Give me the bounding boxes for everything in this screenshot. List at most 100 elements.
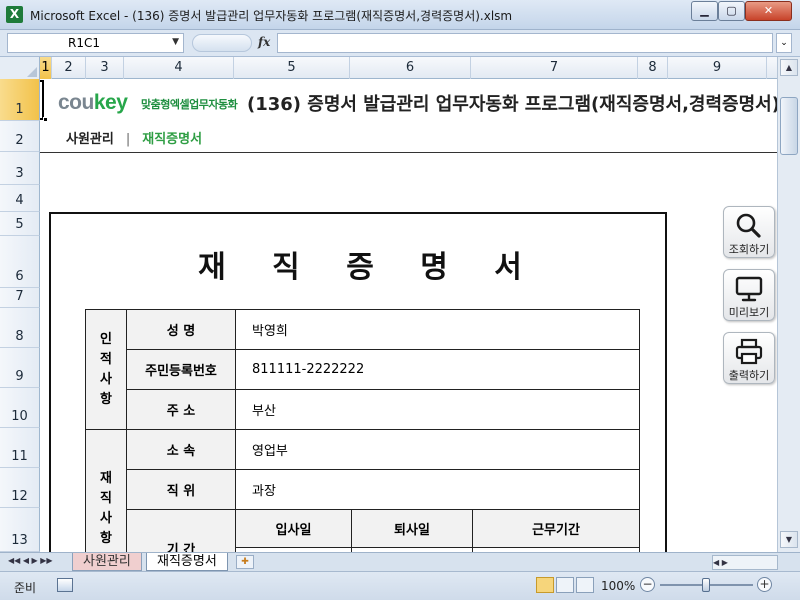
zoom-slider-thumb[interactable] xyxy=(702,578,710,592)
column-header[interactable]: 8 xyxy=(638,57,668,79)
row-number: 12 xyxy=(11,489,28,504)
name-box-value: R1C1 xyxy=(68,36,100,50)
row-number: 2 xyxy=(15,133,24,148)
print-button[interactable]: 출력하기 xyxy=(723,332,775,384)
nav-link-employment-certificate[interactable]: 재직증명서 xyxy=(142,132,202,147)
logo-tagline: 맞춤형엑셀업무자동화 xyxy=(141,98,238,111)
zoom-out-icon[interactable]: − xyxy=(640,577,655,592)
row-header[interactable]: 12 xyxy=(0,468,40,508)
tab-employee-management[interactable]: 사원관리 xyxy=(72,553,142,571)
row-header[interactable]: 13 xyxy=(0,508,40,552)
tab-employment-certificate[interactable]: 재직증명서 xyxy=(146,553,228,571)
search-icon xyxy=(736,213,761,238)
window-title: Microsoft Excel - (136) 증명서 발급관리 업무자동화 프… xyxy=(30,9,513,23)
row-header[interactable]: 8 xyxy=(0,308,40,348)
row-header[interactable]: 9 xyxy=(0,348,40,388)
search-button-label: 조회하기 xyxy=(728,243,770,256)
scroll-up-icon[interactable]: ▲ xyxy=(780,59,798,76)
logo-accent-text: key xyxy=(93,91,128,114)
column-header[interactable]: 5 xyxy=(234,57,350,79)
expand-formula-icon[interactable]: ⌄ xyxy=(776,33,792,53)
close-button[interactable]: ✕ xyxy=(745,1,792,21)
name-box[interactable]: R1C1 ▼ xyxy=(7,33,184,53)
column-header[interactable]: 6 xyxy=(350,57,471,79)
column-header[interactable]: 1 xyxy=(40,57,52,79)
column-header[interactable]: 2 xyxy=(52,57,86,79)
horizontal-scrollbar[interactable]: ◀ ▶ xyxy=(712,555,778,570)
search-button[interactable]: 조회하기 xyxy=(723,206,775,258)
status-bar: 준비 100% − + xyxy=(0,571,800,600)
name-value[interactable]: 박영희 xyxy=(235,309,640,350)
row-header[interactable]: 10 xyxy=(0,388,40,428)
divider xyxy=(40,152,777,153)
column-header[interactable]: 9 xyxy=(668,57,767,79)
period-label: 기 간 xyxy=(126,509,236,552)
hire-date-header: 입사일 xyxy=(235,509,352,548)
row-number: 4 xyxy=(15,193,24,208)
row-header[interactable]: 4 xyxy=(0,185,40,212)
zoom-level[interactable]: 100% xyxy=(601,579,635,593)
excel-app-icon[interactable]: X xyxy=(6,6,23,23)
resident-number-value[interactable]: 811111-2222222 xyxy=(235,349,640,390)
maximize-button[interactable]: ▢ xyxy=(718,1,745,21)
scroll-down-icon[interactable]: ▼ xyxy=(780,531,798,548)
sheet-tabs-bar: ◀◀ ◀ ▶ ▶▶ 사원관리 재직증명서 ✚ ◀ ▶ xyxy=(0,552,800,571)
personal-info-group-label: 인 적 사 항 xyxy=(85,309,127,430)
formula-input[interactable] xyxy=(277,33,773,53)
row-number: 8 xyxy=(15,329,24,344)
position-value[interactable]: 과장 xyxy=(235,469,640,510)
preview-button-label: 미리보기 xyxy=(728,306,770,319)
select-all-button[interactable] xyxy=(0,57,40,79)
row-header[interactable]: 7 xyxy=(0,288,40,308)
formula-bar: R1C1 ▼ fx ⌄ xyxy=(0,30,800,57)
column-header[interactable]: 4 xyxy=(124,57,234,79)
preview-button[interactable]: 미리보기 xyxy=(723,269,775,321)
tab-navigation-icon[interactable]: ◀◀ ◀ ▶ ▶▶ xyxy=(8,556,53,565)
row-header[interactable]: 11 xyxy=(0,428,40,468)
page-layout-view-icon[interactable] xyxy=(556,577,574,593)
department-value[interactable]: 영업부 xyxy=(235,429,640,470)
printer-icon xyxy=(735,338,763,365)
worksheet-grid[interactable]: coukey 맞춤형엑셀업무자동화 (136) 증명서 발급관리 업무자동화 프… xyxy=(40,79,777,552)
row-number: 10 xyxy=(11,409,28,424)
row-number: 3 xyxy=(15,166,24,181)
leave-date-header: 퇴사일 xyxy=(351,509,473,548)
row-header[interactable]: 5 xyxy=(0,212,40,236)
row-header[interactable]: 2 xyxy=(0,121,40,152)
zoom-in-icon[interactable]: + xyxy=(757,577,772,592)
address-value[interactable]: 부산 xyxy=(235,389,640,430)
column-headers: 1 2 3 4 5 6 7 8 9 xyxy=(0,57,800,79)
print-button-label: 출력하기 xyxy=(728,369,770,382)
fill-handle[interactable] xyxy=(43,117,48,122)
sheet-navigation: 사원관리 | 재직증명서 xyxy=(66,128,202,147)
column-header[interactable]: 7 xyxy=(471,57,638,79)
row-header[interactable]: 3 xyxy=(0,152,40,185)
certificate-form: 재 직 증 명 서 인 적 사 항 성 명 박영희 주민등록번호 811111-… xyxy=(49,212,667,552)
window-titlebar: X Microsoft Excel - (136) 증명서 발급관리 업무자동화… xyxy=(0,0,800,30)
resident-number-label: 주민등록번호 xyxy=(126,349,236,390)
nav-separator: | xyxy=(125,132,131,147)
employment-info-group-label: 재 직 사 항 xyxy=(85,429,127,552)
row-header[interactable]: 1 xyxy=(0,79,40,121)
macro-record-icon[interactable] xyxy=(57,578,73,592)
certificate-title: 재 직 증 명 서 xyxy=(198,250,540,285)
row-number: 6 xyxy=(15,269,24,284)
row-number: 9 xyxy=(15,369,24,384)
minimize-button[interactable]: ▁ xyxy=(691,1,718,21)
insert-sheet-icon[interactable]: ✚ xyxy=(236,555,254,569)
insert-function-icon[interactable]: fx xyxy=(258,35,270,49)
column-header[interactable]: 3 xyxy=(86,57,124,79)
scroll-thumb[interactable] xyxy=(780,97,798,155)
logo-main-text: cou xyxy=(58,91,94,114)
position-label: 직 위 xyxy=(126,469,236,510)
row-number: 1 xyxy=(15,102,24,117)
vertical-scrollbar[interactable]: ▲ ▼ xyxy=(777,57,800,552)
row-number: 13 xyxy=(11,533,28,548)
normal-view-icon[interactable] xyxy=(536,577,554,593)
row-header[interactable]: 6 xyxy=(0,236,40,288)
nav-link-employee-management[interactable]: 사원관리 xyxy=(66,132,114,147)
formula-bar-handle[interactable] xyxy=(192,34,252,52)
chevron-down-icon[interactable]: ▼ xyxy=(172,37,179,47)
page-break-view-icon[interactable] xyxy=(576,577,594,593)
document-title: (136) 증명서 발급관리 업무자동화 프로그램(재직증명서,경력증명서) xyxy=(247,94,777,115)
